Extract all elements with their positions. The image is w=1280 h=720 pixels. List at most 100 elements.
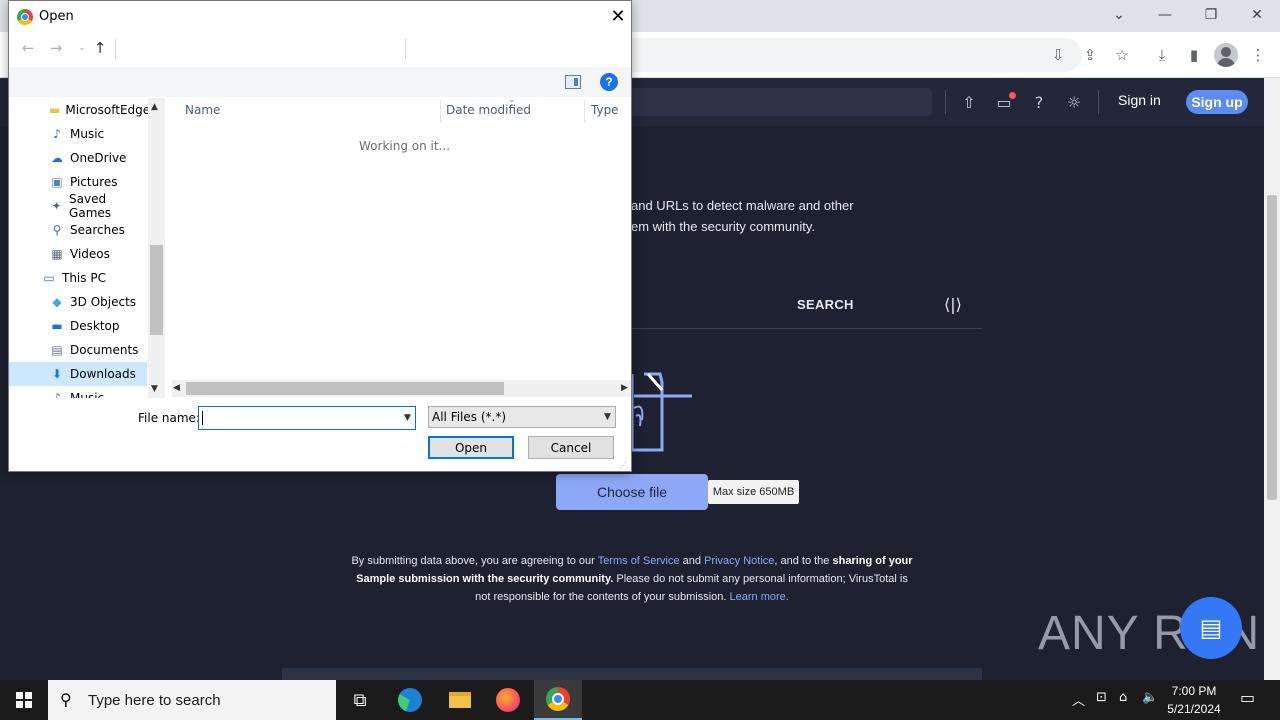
vt-search-input[interactable]	[632, 88, 932, 116]
task-view-icon[interactable]: ⧉	[336, 680, 384, 720]
help-icon[interactable]: ?	[600, 73, 618, 91]
downloads-icon: ⬇	[51, 367, 63, 381]
tree-item[interactable]: ▦ Videos	[9, 242, 147, 266]
up-arrow-icon[interactable]: ↑	[91, 39, 109, 57]
tree-item-label: 3D Objects	[70, 295, 137, 309]
tree-scroll-down-icon[interactable]: ▼	[151, 384, 158, 394]
sign-in-link[interactable]: Sign in	[1118, 92, 1161, 108]
file-name-dropdown-icon[interactable]: ▼	[399, 406, 416, 430]
filter-dropdown-icon[interactable]: ▼	[599, 406, 616, 428]
text-caret	[202, 411, 203, 425]
taskbar-clock[interactable]: 7:00 PM 5/21/2024	[1158, 682, 1230, 718]
hscroll-left-icon[interactable]: ◀	[173, 383, 180, 393]
column-date-modified[interactable]: Date modified	[446, 103, 531, 117]
cancel-button[interactable]: Cancel	[528, 436, 614, 459]
terms-bold-1: sharing of your	[832, 555, 913, 567]
tree-item[interactable]: ⬇ Downloads	[9, 362, 147, 386]
column-name[interactable]: Name	[185, 103, 220, 117]
close-window-button[interactable]: ✕	[1234, 0, 1280, 30]
tree-item-label: Desktop	[70, 319, 120, 333]
preview-pane-icon[interactable]	[565, 75, 581, 89]
taskbar-search-placeholder: Type here to search	[88, 692, 221, 709]
tree-item[interactable]: ▬ MicrosoftEdge	[9, 98, 149, 122]
upload-icon[interactable]: ⇧	[958, 92, 980, 112]
music-icon: ♪	[53, 391, 61, 398]
dialog-search-box[interactable]	[407, 37, 627, 61]
dialog-address-bar[interactable]	[117, 37, 405, 61]
tree-item-label: Documents	[70, 343, 139, 357]
choose-file-button[interactable]: Choose file	[556, 474, 708, 510]
network-icon[interactable]: ⌂	[1119, 690, 1127, 705]
chrome-app-icon[interactable]	[534, 680, 582, 720]
tree-scroll-up-icon[interactable]: ▲	[151, 102, 158, 112]
recent-chevron-icon[interactable]: ⌄	[73, 39, 91, 57]
terms-text-5: not responsible for the contents of your…	[475, 591, 730, 603]
file-upload-illustration-icon	[630, 372, 692, 452]
bookmark-star-icon[interactable]: ☆	[1110, 44, 1134, 66]
tree-item[interactable]: ⚲ Searches	[9, 218, 147, 242]
desktop-icon: ▬	[51, 319, 63, 333]
page-scrollbar-thumb[interactable]	[1267, 195, 1277, 500]
tree-item-label: Downloads	[70, 367, 136, 381]
tree-item[interactable]: ♪ Music	[9, 386, 147, 398]
tree-scrollbar-thumb[interactable]	[150, 245, 163, 335]
firefox-app-icon[interactable]	[484, 680, 532, 720]
column-type[interactable]: Type	[591, 103, 619, 117]
learn-more-link[interactable]: Learn more.	[730, 591, 789, 603]
file-type-filter[interactable]: All Files (*.*)	[428, 406, 616, 428]
side-panel-icon[interactable]: ▮	[1182, 44, 1206, 66]
install-app-icon[interactable]: ⇩	[1046, 44, 1070, 66]
resize-grip-icon[interactable]: ⋰	[619, 461, 629, 471]
chat-support-button[interactable]: ▤	[1180, 597, 1242, 659]
file-name-input[interactable]	[198, 406, 416, 430]
downloads-icon[interactable]: ⤓	[1150, 44, 1174, 66]
volume-icon[interactable]: 🔈	[1142, 690, 1158, 705]
tree-item[interactable]: ▬ Desktop	[9, 314, 147, 338]
open-file-dialog: Open ✕ ← → ⌄ ↑ ? ▬ MicrosoftEdge ♪ Music ☁ On…	[8, 0, 632, 472]
profile-avatar[interactable]	[1214, 43, 1238, 67]
file-list-hscroll-thumb[interactable]	[186, 382, 504, 395]
chrome-logo-icon	[17, 9, 33, 25]
tree-item[interactable]: ▭ This PC	[9, 266, 147, 290]
hscroll-right-icon[interactable]: ▶	[621, 383, 628, 393]
clock-time: 7:00 PM	[1171, 684, 1217, 698]
file-explorer-icon[interactable]	[436, 680, 484, 720]
menu-kebab-icon[interactable]: ⋮	[1246, 44, 1270, 66]
help-circle-icon[interactable]: ?	[1028, 92, 1050, 112]
tree-item[interactable]: ☁ OneDrive	[9, 146, 147, 170]
usb-device-icon[interactable]: ⊡	[1096, 690, 1107, 705]
tree-item[interactable]: ▤ Documents	[9, 338, 147, 362]
tab-code-icon[interactable]: ⟨|⟩	[944, 295, 962, 314]
address-bar[interactable]	[632, 38, 1082, 72]
show-hidden-icons-chevron-icon[interactable]: ︿	[1072, 690, 1085, 709]
edge-app-icon[interactable]	[386, 680, 434, 720]
loading-status: Working on it...	[359, 139, 451, 153]
tree-item-label: Music	[70, 391, 105, 398]
tree-item[interactable]: ▣ Pictures	[9, 170, 147, 194]
terms-of-service-link[interactable]: Terms of Service	[598, 555, 680, 567]
back-arrow-icon[interactable]: ←	[19, 39, 37, 57]
file-name-label: File name:	[138, 411, 200, 425]
open-button[interactable]: Open	[428, 436, 514, 459]
tree-item[interactable]: ◆ 3D Objects	[9, 290, 147, 314]
notifications-icon[interactable]: ▭	[1240, 688, 1255, 707]
dialog-title: Open	[39, 9, 74, 24]
minimize-button[interactable]: —	[1142, 0, 1188, 30]
privacy-notice-link[interactable]: Privacy Notice	[704, 555, 774, 567]
sign-up-button[interactable]: Sign up	[1186, 90, 1248, 114]
share-icon[interactable]: ⇪	[1078, 44, 1102, 66]
tab-search-chevron-icon[interactable]: ⌄	[1096, 0, 1142, 30]
tab-search[interactable]: SEARCH	[797, 297, 854, 312]
tab-underline	[632, 328, 982, 329]
restore-button[interactable]: ❐	[1188, 0, 1234, 30]
tree-item[interactable]: ✦ Saved Games	[9, 192, 147, 220]
forward-arrow-icon[interactable]: →	[47, 39, 65, 57]
computer-icon: ▭	[43, 271, 55, 285]
column-divider[interactable]	[440, 99, 441, 123]
start-button[interactable]	[0, 680, 48, 720]
column-divider[interactable]	[584, 99, 585, 123]
tree-item[interactable]: ♪ Music	[9, 122, 147, 146]
dialog-close-button[interactable]: ✕	[607, 5, 629, 27]
3d-objects-icon: ◆	[52, 295, 62, 309]
theme-sun-icon[interactable]: ☼	[1063, 92, 1085, 112]
